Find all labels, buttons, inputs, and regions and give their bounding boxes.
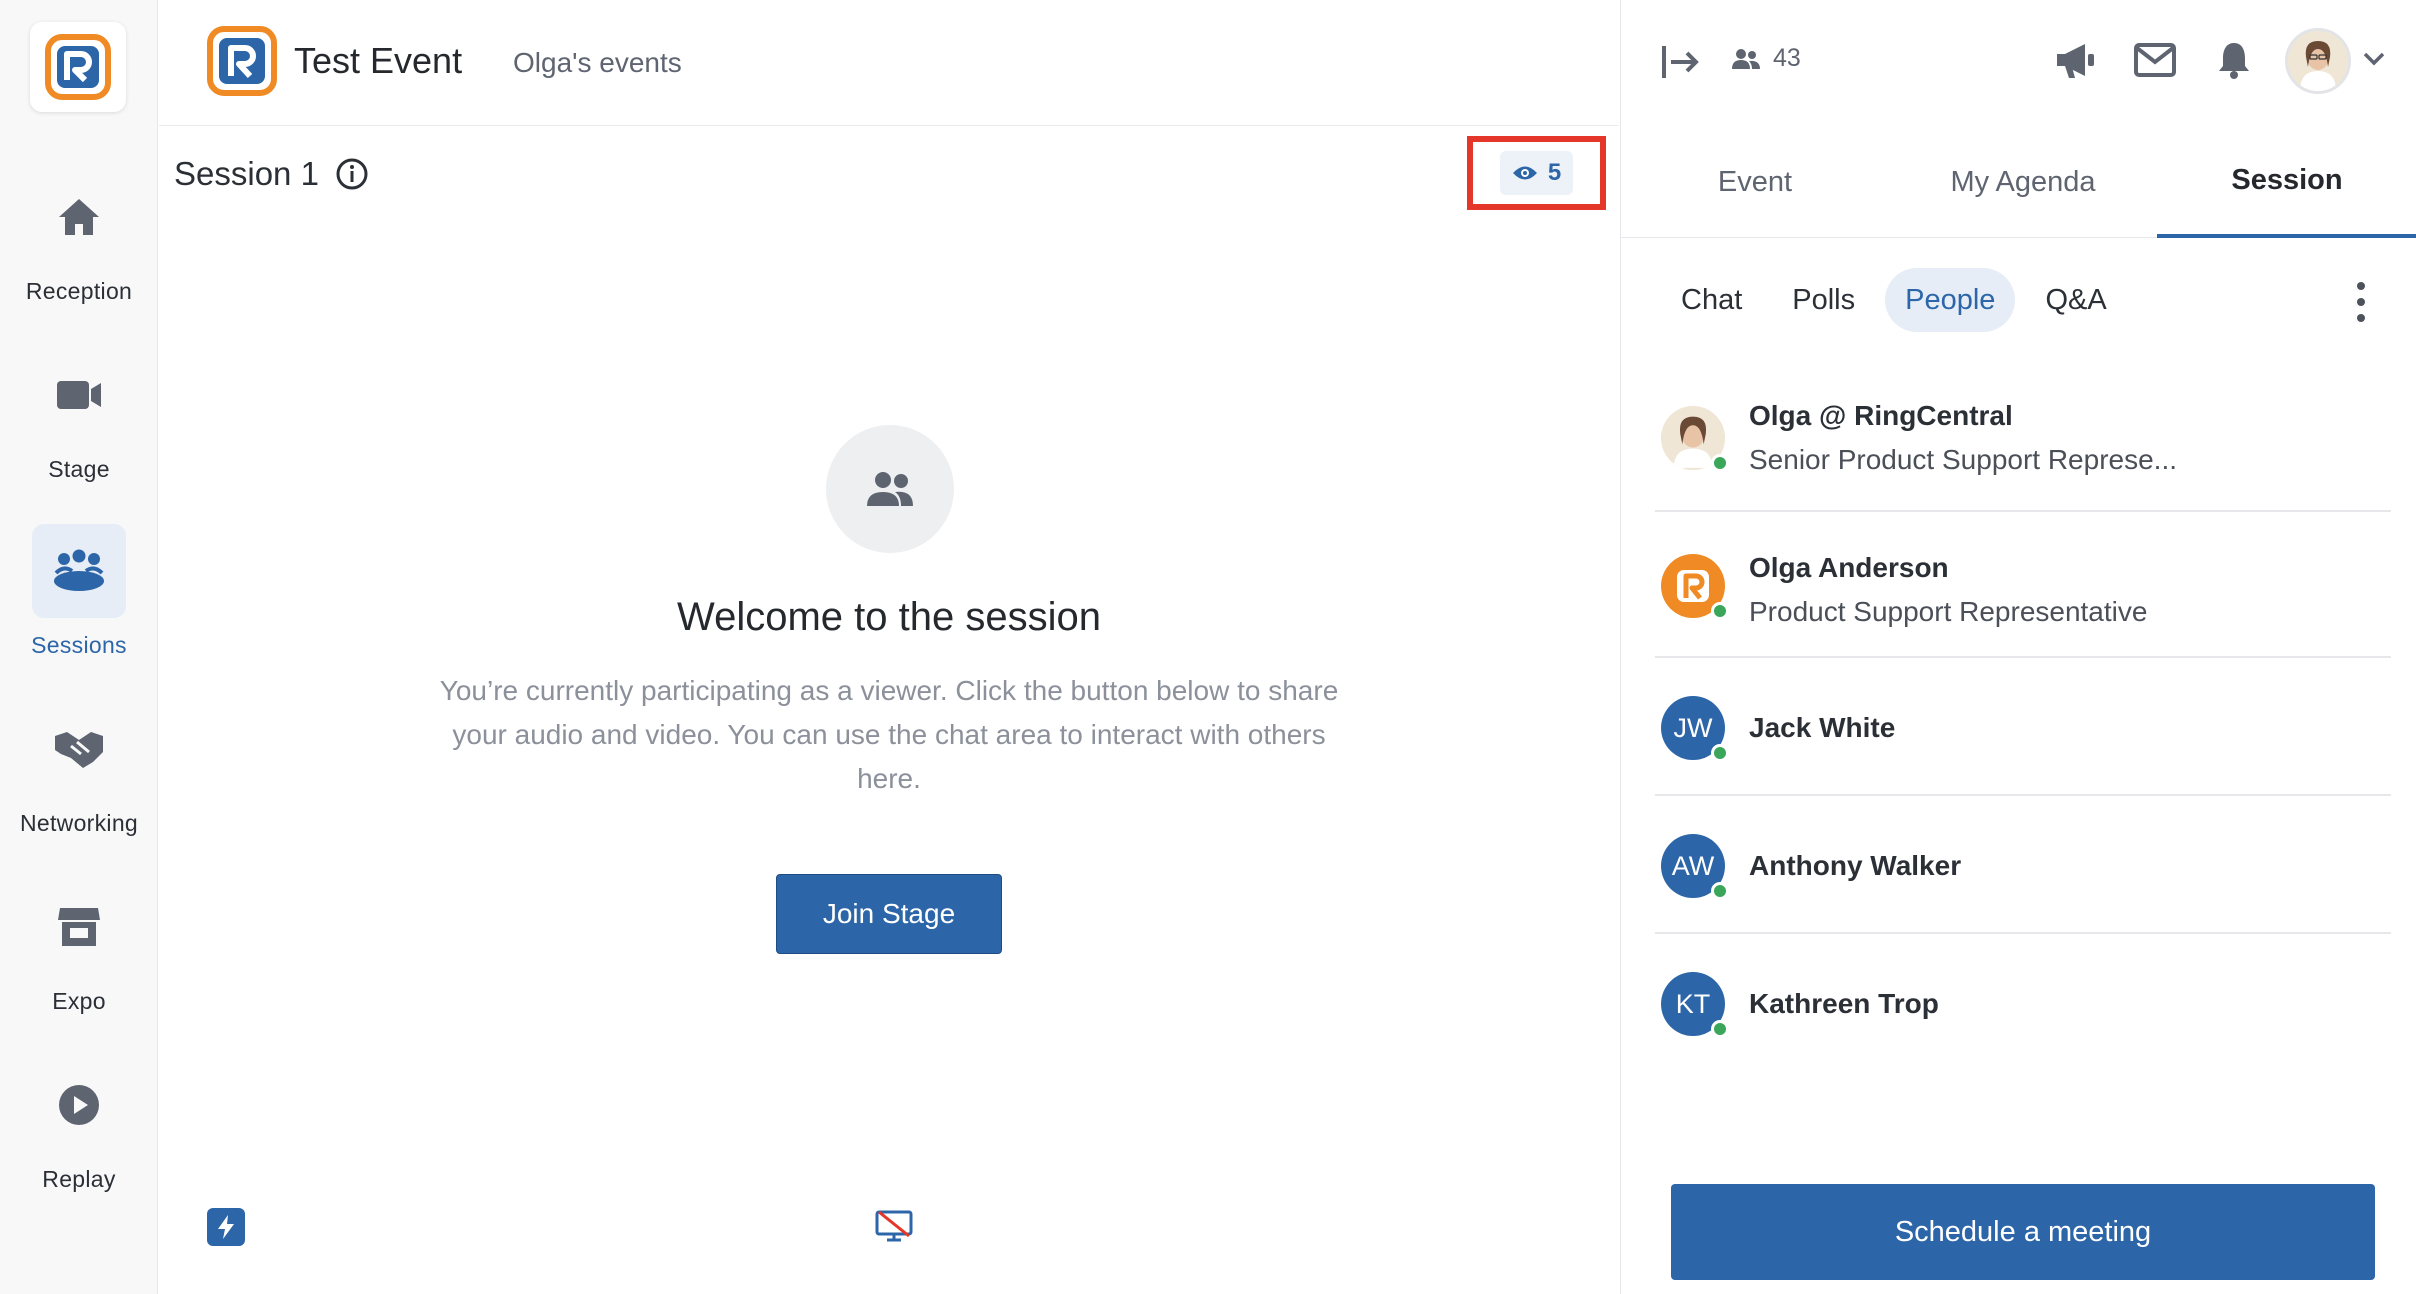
- booth-icon: [32, 880, 126, 974]
- bolt-icon: [218, 1215, 234, 1239]
- subtab-qa[interactable]: Q&A: [2025, 268, 2126, 332]
- quick-actions-button[interactable]: [207, 1208, 245, 1246]
- right-panel: 43 Event My Agenda Session Chat Polls Pe…: [1620, 0, 2416, 1294]
- nav-label: Networking: [19, 810, 139, 836]
- tab-event[interactable]: Event: [1621, 126, 1889, 238]
- left-sidebar: Reception Stage Sessions Networking Expo: [0, 0, 158, 1294]
- subtab-chat[interactable]: Chat: [1661, 268, 1762, 332]
- avatar: KT: [1661, 972, 1729, 1038]
- people-list: Olga @ RingCentral Senior Product Suppor…: [1655, 370, 2391, 1072]
- video-camera-icon: [32, 348, 126, 442]
- session-main: Session 1 5 Welcome to the session You’r…: [159, 127, 1619, 1294]
- people-icon: [1732, 48, 1760, 69]
- chevron-down-icon[interactable]: [2363, 52, 2385, 66]
- welcome-heading: Welcome to the session: [677, 595, 1101, 639]
- list-item[interactable]: Olga Anderson Product Support Representa…: [1655, 512, 2391, 658]
- avatar-initials: JW: [1673, 712, 1713, 743]
- collapse-panel-icon[interactable]: [1661, 44, 1701, 80]
- session-title: Session 1: [174, 155, 319, 192]
- app-logo[interactable]: [30, 22, 126, 112]
- nav-label: Expo: [52, 988, 106, 1014]
- nav-label: Replay: [42, 1166, 116, 1192]
- avatar: [1661, 554, 1729, 620]
- avatar: AW: [1661, 834, 1729, 900]
- avatar: [1661, 406, 1729, 472]
- avatar: JW: [1661, 696, 1729, 762]
- nav-label: Reception: [25, 278, 133, 304]
- organizer-link[interactable]: Olga's events: [513, 47, 682, 79]
- subtab-people[interactable]: People: [1885, 268, 2016, 332]
- tab-my-agenda[interactable]: My Agenda: [1889, 126, 2157, 238]
- sessions-icon: [32, 524, 126, 618]
- nav-replay[interactable]: Replay: [0, 1058, 158, 1218]
- list-item[interactable]: KT Kathreen Trop: [1655, 934, 2391, 1072]
- person-name: Anthony Walker: [1749, 850, 1962, 881]
- info-icon[interactable]: [335, 157, 369, 191]
- person-role: Senior Product Support Represe...: [1749, 444, 2178, 475]
- viewer-count: 5: [1547, 159, 1562, 186]
- online-status-icon: [1711, 602, 1729, 620]
- online-status-icon: [1711, 454, 1729, 472]
- session-title-row: Session 1: [174, 155, 369, 193]
- list-item[interactable]: Olga @ RingCentral Senior Product Suppor…: [1655, 370, 2391, 512]
- eye-icon: [1512, 166, 1537, 180]
- event-logo-icon: [207, 26, 277, 96]
- nav-sessions[interactable]: Sessions: [0, 524, 158, 684]
- online-status-icon: [1711, 744, 1729, 762]
- panel-tabs: Event My Agenda Session: [1621, 126, 2416, 238]
- event-header: Test Event Olga's events: [159, 0, 1619, 126]
- tab-session[interactable]: Session: [2157, 126, 2416, 238]
- home-icon: [32, 170, 126, 264]
- person-name: Olga @ RingCentral: [1749, 400, 2013, 431]
- avatar-initials: AW: [1671, 850, 1715, 881]
- nav-networking[interactable]: Networking: [0, 702, 158, 862]
- play-icon: [32, 1058, 126, 1152]
- list-item[interactable]: JW Jack White: [1655, 658, 2391, 796]
- viewer-count-badge[interactable]: 5: [1467, 136, 1606, 210]
- nav-reception[interactable]: Reception: [0, 170, 158, 330]
- online-status-icon: [1711, 882, 1729, 900]
- person-name: Kathreen Trop: [1749, 988, 1939, 1019]
- event-title: Test Event: [294, 40, 463, 81]
- bell-icon[interactable]: [2217, 40, 2251, 80]
- screen-share-off-icon[interactable]: [875, 1210, 913, 1247]
- person-name: Jack White: [1749, 712, 1896, 743]
- person-name: Olga Anderson: [1749, 552, 1949, 583]
- user-avatar[interactable]: [2285, 28, 2351, 94]
- online-status-icon: [1711, 1020, 1729, 1038]
- attendee-count[interactable]: 43: [1731, 44, 1801, 73]
- mail-icon[interactable]: [2133, 42, 2177, 78]
- handshake-icon: [32, 702, 126, 796]
- ringcentral-logo-icon: [45, 34, 111, 100]
- megaphone-icon[interactable]: [2053, 40, 2099, 80]
- list-item[interactable]: AW Anthony Walker: [1655, 796, 2391, 934]
- schedule-meeting-button[interactable]: Schedule a meeting: [1671, 1184, 2375, 1280]
- attendee-count-value: 43: [1773, 44, 1801, 72]
- join-stage-button[interactable]: Join Stage: [776, 874, 1002, 954]
- avatar-initials: KT: [1675, 988, 1711, 1019]
- panel-topbar: 43: [1621, 0, 2416, 126]
- nav-label: Stage: [48, 456, 110, 482]
- nav-expo[interactable]: Expo: [0, 880, 158, 1040]
- more-options-icon[interactable]: [2351, 282, 2371, 322]
- subtab-polls[interactable]: Polls: [1772, 268, 1875, 332]
- person-role: Product Support Representative: [1749, 596, 2148, 627]
- session-subtabs: Chat Polls People Q&A: [1661, 268, 2127, 332]
- nav-stage[interactable]: Stage: [0, 348, 158, 508]
- welcome-description: You’re currently participating as a view…: [439, 675, 1339, 794]
- people-placeholder-icon: [826, 425, 954, 553]
- nav-label: Sessions: [31, 632, 127, 658]
